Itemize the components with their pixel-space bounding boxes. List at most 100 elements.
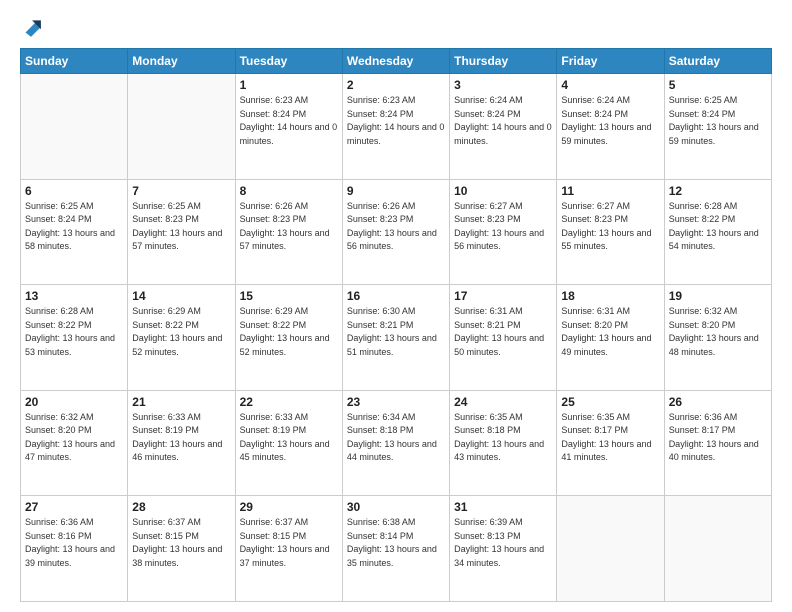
calendar-cell: 23 Sunrise: 6:34 AMSunset: 8:18 PMDayligh… bbox=[342, 390, 449, 496]
day-info: Sunrise: 6:26 AMSunset: 8:23 PMDaylight:… bbox=[347, 200, 445, 254]
calendar-header-saturday: Saturday bbox=[664, 49, 771, 74]
day-info: Sunrise: 6:30 AMSunset: 8:21 PMDaylight:… bbox=[347, 305, 445, 359]
calendar-cell: 8 Sunrise: 6:26 AMSunset: 8:23 PMDaylight… bbox=[235, 179, 342, 285]
calendar-cell: 18Sunrise: 6:31 AMSunset: 8:20 PMDayligh… bbox=[557, 285, 664, 391]
day-number: 15 bbox=[240, 289, 338, 303]
calendar-cell: 7 Sunrise: 6:25 AMSunset: 8:23 PMDaylight… bbox=[128, 179, 235, 285]
calendar-header-sunday: Sunday bbox=[21, 49, 128, 74]
day-info: Sunrise: 6:29 AMSunset: 8:22 PMDaylight:… bbox=[240, 305, 338, 359]
day-number: 29 bbox=[240, 500, 338, 514]
calendar-week-3: 20 Sunrise: 6:32 AMSunset: 8:20 PMDayligh… bbox=[21, 390, 772, 496]
calendar-cell: 31 Sunrise: 6:39 AMSunset: 8:13 PMDayligh… bbox=[450, 496, 557, 602]
day-info: Sunrise: 6:26 AMSunset: 8:23 PMDaylight:… bbox=[240, 200, 338, 254]
day-number: 24 bbox=[454, 395, 552, 409]
day-info: Sunrise: 6:25 AMSunset: 8:24 PMDaylight:… bbox=[25, 200, 123, 254]
calendar-week-0: 1 Sunrise: 6:23 AMSunset: 8:24 PMDaylight… bbox=[21, 74, 772, 180]
day-number: 2 bbox=[347, 78, 445, 92]
calendar-cell: 13Sunrise: 6:28 AMSunset: 8:22 PMDayligh… bbox=[21, 285, 128, 391]
day-number: 21 bbox=[132, 395, 230, 409]
calendar-cell bbox=[128, 74, 235, 180]
day-number: 20 bbox=[25, 395, 123, 409]
day-number: 18 bbox=[561, 289, 659, 303]
day-info: Sunrise: 6:25 AMSunset: 8:24 PMDaylight:… bbox=[669, 94, 767, 148]
calendar-cell: 25 Sunrise: 6:35 AMSunset: 8:17 PMDayligh… bbox=[557, 390, 664, 496]
day-info: Sunrise: 6:37 AMSunset: 8:15 PMDaylight:… bbox=[240, 516, 338, 570]
day-number: 12 bbox=[669, 184, 767, 198]
calendar-header-tuesday: Tuesday bbox=[235, 49, 342, 74]
calendar-cell: 3 Sunrise: 6:24 AMSunset: 8:24 PMDaylight… bbox=[450, 74, 557, 180]
calendar-header-wednesday: Wednesday bbox=[342, 49, 449, 74]
calendar-cell: 30 Sunrise: 6:38 AMSunset: 8:14 PMDayligh… bbox=[342, 496, 449, 602]
day-number: 10 bbox=[454, 184, 552, 198]
day-number: 7 bbox=[132, 184, 230, 198]
day-info: Sunrise: 6:27 AMSunset: 8:23 PMDaylight:… bbox=[454, 200, 552, 254]
calendar-week-4: 27 Sunrise: 6:36 AMSunset: 8:16 PMDayligh… bbox=[21, 496, 772, 602]
calendar-cell: 14 Sunrise: 6:29 AMSunset: 8:22 PMDayligh… bbox=[128, 285, 235, 391]
day-info: Sunrise: 6:33 AMSunset: 8:19 PMDaylight:… bbox=[132, 411, 230, 465]
day-number: 31 bbox=[454, 500, 552, 514]
calendar-cell bbox=[557, 496, 664, 602]
day-number: 8 bbox=[240, 184, 338, 198]
day-info: Sunrise: 6:33 AMSunset: 8:19 PMDaylight:… bbox=[240, 411, 338, 465]
calendar-cell: 21 Sunrise: 6:33 AMSunset: 8:19 PMDayligh… bbox=[128, 390, 235, 496]
day-number: 16 bbox=[347, 289, 445, 303]
day-info: Sunrise: 6:25 AMSunset: 8:23 PMDaylight:… bbox=[132, 200, 230, 254]
day-number: 30 bbox=[347, 500, 445, 514]
day-number: 14 bbox=[132, 289, 230, 303]
day-info: Sunrise: 6:37 AMSunset: 8:15 PMDaylight:… bbox=[132, 516, 230, 570]
calendar-cell: 5 Sunrise: 6:25 AMSunset: 8:24 PMDaylight… bbox=[664, 74, 771, 180]
calendar-cell: 4 Sunrise: 6:24 AMSunset: 8:24 PMDaylight… bbox=[557, 74, 664, 180]
day-info: Sunrise: 6:35 AMSunset: 8:17 PMDaylight:… bbox=[561, 411, 659, 465]
calendar-week-2: 13Sunrise: 6:28 AMSunset: 8:22 PMDayligh… bbox=[21, 285, 772, 391]
day-info: Sunrise: 6:23 AMSunset: 8:24 PMDaylight:… bbox=[240, 94, 338, 148]
day-info: Sunrise: 6:34 AMSunset: 8:18 PMDaylight:… bbox=[347, 411, 445, 465]
calendar-cell: 2 Sunrise: 6:23 AMSunset: 8:24 PMDaylight… bbox=[342, 74, 449, 180]
day-number: 5 bbox=[669, 78, 767, 92]
calendar-cell: 10 Sunrise: 6:27 AMSunset: 8:23 PMDayligh… bbox=[450, 179, 557, 285]
day-number: 19 bbox=[669, 289, 767, 303]
logo bbox=[20, 16, 46, 38]
day-info: Sunrise: 6:32 AMSunset: 8:20 PMDaylight:… bbox=[25, 411, 123, 465]
calendar-cell bbox=[21, 74, 128, 180]
day-info: Sunrise: 6:28 AMSunset: 8:22 PMDaylight:… bbox=[669, 200, 767, 254]
day-info: Sunrise: 6:23 AMSunset: 8:24 PMDaylight:… bbox=[347, 94, 445, 148]
day-info: Sunrise: 6:38 AMSunset: 8:14 PMDaylight:… bbox=[347, 516, 445, 570]
calendar-cell: 6 Sunrise: 6:25 AMSunset: 8:24 PMDaylight… bbox=[21, 179, 128, 285]
day-info: Sunrise: 6:29 AMSunset: 8:22 PMDaylight:… bbox=[132, 305, 230, 359]
calendar-cell: 26 Sunrise: 6:36 AMSunset: 8:17 PMDayligh… bbox=[664, 390, 771, 496]
day-number: 22 bbox=[240, 395, 338, 409]
calendar-cell: 17 Sunrise: 6:31 AMSunset: 8:21 PMDayligh… bbox=[450, 285, 557, 391]
calendar-cell: 11 Sunrise: 6:27 AMSunset: 8:23 PMDayligh… bbox=[557, 179, 664, 285]
day-info: Sunrise: 6:36 AMSunset: 8:17 PMDaylight:… bbox=[669, 411, 767, 465]
day-info: Sunrise: 6:28 AMSunset: 8:22 PMDaylight:… bbox=[25, 305, 123, 359]
day-info: Sunrise: 6:39 AMSunset: 8:13 PMDaylight:… bbox=[454, 516, 552, 570]
day-info: Sunrise: 6:31 AMSunset: 8:21 PMDaylight:… bbox=[454, 305, 552, 359]
day-number: 11 bbox=[561, 184, 659, 198]
calendar-week-1: 6 Sunrise: 6:25 AMSunset: 8:24 PMDaylight… bbox=[21, 179, 772, 285]
day-number: 26 bbox=[669, 395, 767, 409]
calendar-cell: 29 Sunrise: 6:37 AMSunset: 8:15 PMDayligh… bbox=[235, 496, 342, 602]
calendar-cell: 15 Sunrise: 6:29 AMSunset: 8:22 PMDayligh… bbox=[235, 285, 342, 391]
calendar-cell: 12 Sunrise: 6:28 AMSunset: 8:22 PMDayligh… bbox=[664, 179, 771, 285]
calendar-header-friday: Friday bbox=[557, 49, 664, 74]
page: SundayMondayTuesdayWednesdayThursdayFrid… bbox=[0, 0, 792, 612]
header bbox=[20, 16, 772, 38]
day-number: 1 bbox=[240, 78, 338, 92]
day-number: 25 bbox=[561, 395, 659, 409]
calendar-cell: 9Sunrise: 6:26 AMSunset: 8:23 PMDaylight… bbox=[342, 179, 449, 285]
calendar-cell: 24Sunrise: 6:35 AMSunset: 8:18 PMDayligh… bbox=[450, 390, 557, 496]
day-number: 27 bbox=[25, 500, 123, 514]
calendar-header-monday: Monday bbox=[128, 49, 235, 74]
day-number: 4 bbox=[561, 78, 659, 92]
day-info: Sunrise: 6:36 AMSunset: 8:16 PMDaylight:… bbox=[25, 516, 123, 570]
day-info: Sunrise: 6:27 AMSunset: 8:23 PMDaylight:… bbox=[561, 200, 659, 254]
calendar-cell bbox=[664, 496, 771, 602]
day-number: 3 bbox=[454, 78, 552, 92]
day-info: Sunrise: 6:24 AMSunset: 8:24 PMDaylight:… bbox=[561, 94, 659, 148]
day-info: Sunrise: 6:24 AMSunset: 8:24 PMDaylight:… bbox=[454, 94, 552, 148]
day-number: 17 bbox=[454, 289, 552, 303]
calendar-header-row: SundayMondayTuesdayWednesdayThursdayFrid… bbox=[21, 49, 772, 74]
calendar-table: SundayMondayTuesdayWednesdayThursdayFrid… bbox=[20, 48, 772, 602]
day-number: 23 bbox=[347, 395, 445, 409]
day-number: 6 bbox=[25, 184, 123, 198]
